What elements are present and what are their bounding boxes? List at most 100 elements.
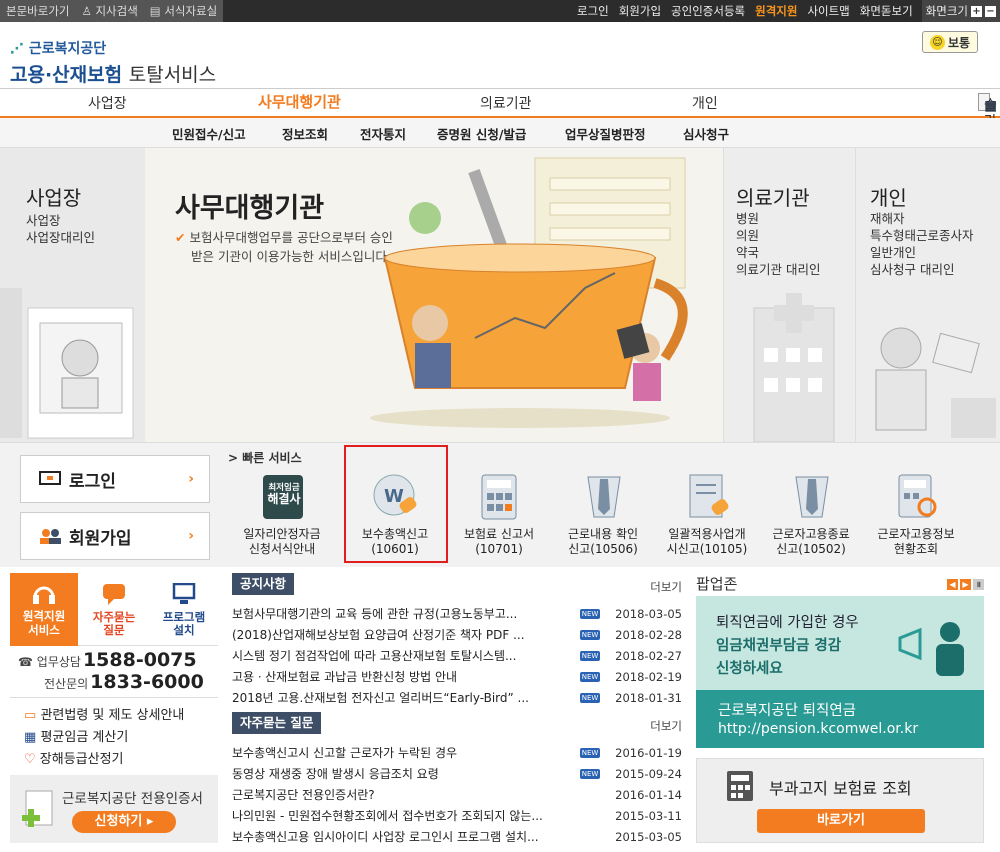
pension-site-banner[interactable]: 근로복지공단 퇴직연금 http://pension.kcomwel.or.kr	[696, 690, 984, 748]
stage-link[interactable]: 병원	[736, 210, 820, 227]
forms-library-link[interactable]: ▤ 서식자료실	[144, 0, 223, 22]
nav-medical[interactable]: 의료기관	[480, 93, 532, 113]
new-badge: NEW	[580, 672, 600, 682]
nav-agency[interactable]: 사무대행기관	[258, 91, 341, 112]
subnav-item[interactable]: 민원접수/신고	[172, 124, 246, 143]
font-increase-icon[interactable]: +	[971, 5, 982, 17]
login-button[interactable]: 로그인 ›	[20, 455, 210, 503]
login-link[interactable]: 로그인	[572, 0, 614, 22]
stage-business[interactable]: 사업장 사업장 사업장대리인	[0, 148, 145, 442]
calculator-icon	[727, 771, 753, 801]
faq-button[interactable]: 자주묻는 질문	[80, 573, 148, 646]
avg-wage-calc-link[interactable]: ▦ 평균임금 계산기	[24, 726, 128, 745]
stage-medical[interactable]: 의료기관 병원 의원 약국 의료기관 대리인	[723, 148, 855, 442]
notice-title[interactable]: 공지사항	[232, 573, 295, 595]
disability-grade-link[interactable]: ♡ 장해등급산정기	[24, 748, 124, 767]
faq-row[interactable]: 근로복지공단 전용인증서란? 2016-01-14	[232, 785, 682, 805]
necktie-icon	[587, 476, 621, 518]
popup-zone-title: 팝업존	[696, 575, 738, 593]
stage-link[interactable]: 일반개인	[870, 244, 974, 261]
stage-link[interactable]: 특수형태근로종사자	[870, 227, 974, 244]
main-nav: 사업장 사무대행기관 의료기관 개인 ■슬라이드 정지	[0, 88, 1000, 194]
next-icon[interactable]: ▶	[960, 579, 971, 590]
subnav-item[interactable]: 전자통지	[360, 124, 406, 143]
chat-bubble-icon	[103, 584, 125, 605]
hospital-illustration	[753, 293, 835, 442]
stage-link[interactable]: 재해자	[870, 210, 974, 227]
cert-apply-button[interactable]: 신청하기 ▸	[72, 811, 176, 833]
program-install-button[interactable]: 프로그램 설치	[150, 573, 218, 646]
faq-row[interactable]: 나의민원 - 민원접수현황조회에서 접수번호가 조회되지 않는... 2015-0…	[232, 806, 682, 826]
quick-item-job-fund[interactable]: 최저임금 해결사 일자리안정자금 신청서식안내	[232, 463, 332, 563]
nav-personal[interactable]: 개인	[692, 93, 718, 113]
stage-personal-title: 개인	[870, 186, 907, 210]
quick-service-bar: 로그인 › 회원가입 › > 빠른 서비스 최저임금 해결사 일자리안정자금 신청서식안…	[0, 442, 1000, 567]
magnifier-link[interactable]: 화면돋보기	[855, 0, 918, 22]
check-icon: ✔	[175, 230, 186, 245]
new-badge: NEW	[580, 609, 600, 619]
tel-consult: ☎ 업무상담 1588-0075	[18, 649, 197, 671]
calculator-icon	[481, 474, 517, 520]
branch-search-link[interactable]: ♙ 지사검색	[75, 0, 143, 22]
new-badge: NEW	[580, 769, 600, 779]
notice-row[interactable]: 보험사무대행기관의 교육 등에 관한 규정(고용노동부고... NEW 2018-0…	[232, 604, 682, 624]
go-button[interactable]: 바로가기	[757, 809, 925, 833]
stage-link[interactable]: 사업장대리인	[26, 229, 95, 246]
faq-more-link[interactable]: 더보기	[650, 718, 682, 734]
new-badge: NEW	[580, 748, 600, 758]
join-button[interactable]: 회원가입 ›	[20, 512, 210, 560]
subnav-item[interactable]: 업무상질병판정	[565, 124, 646, 143]
faq-title[interactable]: 자주묻는 질문	[232, 712, 322, 734]
remote-support-button[interactable]: 원격지원 서비스	[10, 573, 78, 646]
skip-to-content-link[interactable]: 본문바로가기	[0, 0, 75, 22]
quick-item-employment-info[interactable]: 근로자고용정보 현황조회	[866, 463, 966, 563]
notice-row[interactable]: 시스템 정기 점검작업에 따라 고용산재보험 토탈시스템... NEW 2018-0…	[232, 646, 682, 666]
stage-link[interactable]: 심사청구 대리인	[870, 261, 974, 278]
quick-item-premium-report[interactable]: 보험료 신고서 (10701)	[449, 463, 549, 563]
stage-personal-links: 재해자 특수형태근로종사자 일반개인 심사청구 대리인	[870, 210, 974, 278]
quick-item-work-confirm[interactable]: 근로내용 확인 신고(10506)	[553, 463, 653, 563]
subnav-item[interactable]: 심사청구	[683, 124, 729, 143]
notice-row[interactable]: (2018)산업재해보상보험 요양급여 산정기준 책자 PDF ... NEW 20…	[232, 625, 682, 645]
premium-inquiry-banner: 부과고지 보험료 조회 바로가기	[696, 758, 984, 843]
faq-row[interactable]: 동영상 재생중 장애 발생시 응급조치 요령 NEW 2015-09-24	[232, 764, 682, 784]
sitemap-link[interactable]: 사이트맵	[802, 0, 854, 22]
nav-business[interactable]: 사업장	[88, 93, 127, 113]
pension-banner[interactable]: 퇴직연금에 가입한 경우 임금채권부담금 경감 신청하세요	[696, 596, 984, 690]
site-logo[interactable]: ⋰ 근로복지공단 고용·산재보험 토탈서비스	[10, 38, 216, 87]
pause-icon[interactable]: ॥	[973, 579, 984, 590]
stage-link[interactable]: 의원	[736, 227, 820, 244]
cert-register-link[interactable]: 공인인증서등록	[666, 0, 750, 22]
quick-item-bulk-apply[interactable]: 일괄적용사업개 시신고(10105)	[657, 463, 757, 563]
stage-business-links: 사업장 사업장대리인	[26, 212, 95, 246]
top-left-links: 본문바로가기 ♙ 지사검색 ▤ 서식자료실	[0, 0, 224, 22]
notice-row[interactable]: 2018년 고용.산재보험 전자신고 얼리버드“Early-Bird” ... N…	[232, 688, 682, 708]
subnav-item[interactable]: 증명원 신청/발급	[437, 124, 526, 143]
law-info-link[interactable]: ▭ 관련법령 및 제도 상세안내	[24, 704, 184, 723]
stage-personal[interactable]: 개인 재해자 특수형태근로종사자 일반개인 심사청구 대리인	[855, 148, 1000, 442]
hero-stage: 사업장 사업장 사업장대리인 사무대행기관 ✔ 보험사무대행업무를 공단으로부터…	[0, 148, 1000, 442]
faq-row[interactable]: 보수총액신고용 임시아이디 사업장 로그인시 프로그램 설치... 2015-03…	[232, 827, 682, 847]
font-decrease-icon[interactable]: −	[985, 5, 996, 17]
office-worker-illustration	[0, 288, 134, 439]
stage-link[interactable]: 사업장	[26, 212, 95, 229]
stage-link[interactable]: 약국	[736, 244, 820, 261]
top-right-links: 로그인 회원가입 공인인증서등록 원격지원 사이트맵 화면돋보기 화면크기 + …	[572, 0, 1000, 22]
new-badge: NEW	[580, 651, 600, 661]
join-link[interactable]: 회원가입	[614, 0, 666, 22]
prev-icon[interactable]: ◀	[947, 579, 958, 590]
notice-more-link[interactable]: 더보기	[650, 579, 682, 595]
quick-item-employment-end[interactable]: 근로자고용종료 신고(10502)	[761, 463, 861, 563]
headset-icon	[33, 586, 55, 604]
slide-stop-button[interactable]: ■슬라이드 정지	[978, 93, 997, 194]
arrow-right-icon: ▸	[146, 814, 154, 829]
faq-row[interactable]: 보수총액신고시 신고할 근로자가 누락된 경우 NEW 2016-01-19	[232, 743, 682, 763]
certificate-panel: 근로복지공단 전용인증서 신청하기 ▸	[10, 775, 218, 843]
stage-link[interactable]: 의료기관 대리인	[736, 261, 820, 278]
service-name: 고용·산재보험 토탈서비스	[10, 64, 217, 86]
remote-support-link[interactable]: 원격지원	[750, 0, 802, 22]
subnav-item[interactable]: 정보조회	[282, 124, 328, 143]
notice-row[interactable]: 고용ㆍ산재보험료 과납금 반환신청 방법 안내 NEW 2018-02-19	[232, 667, 682, 687]
weather-badge[interactable]: ☺ 보통	[922, 31, 978, 53]
stage-business-title: 사업장	[26, 186, 82, 210]
